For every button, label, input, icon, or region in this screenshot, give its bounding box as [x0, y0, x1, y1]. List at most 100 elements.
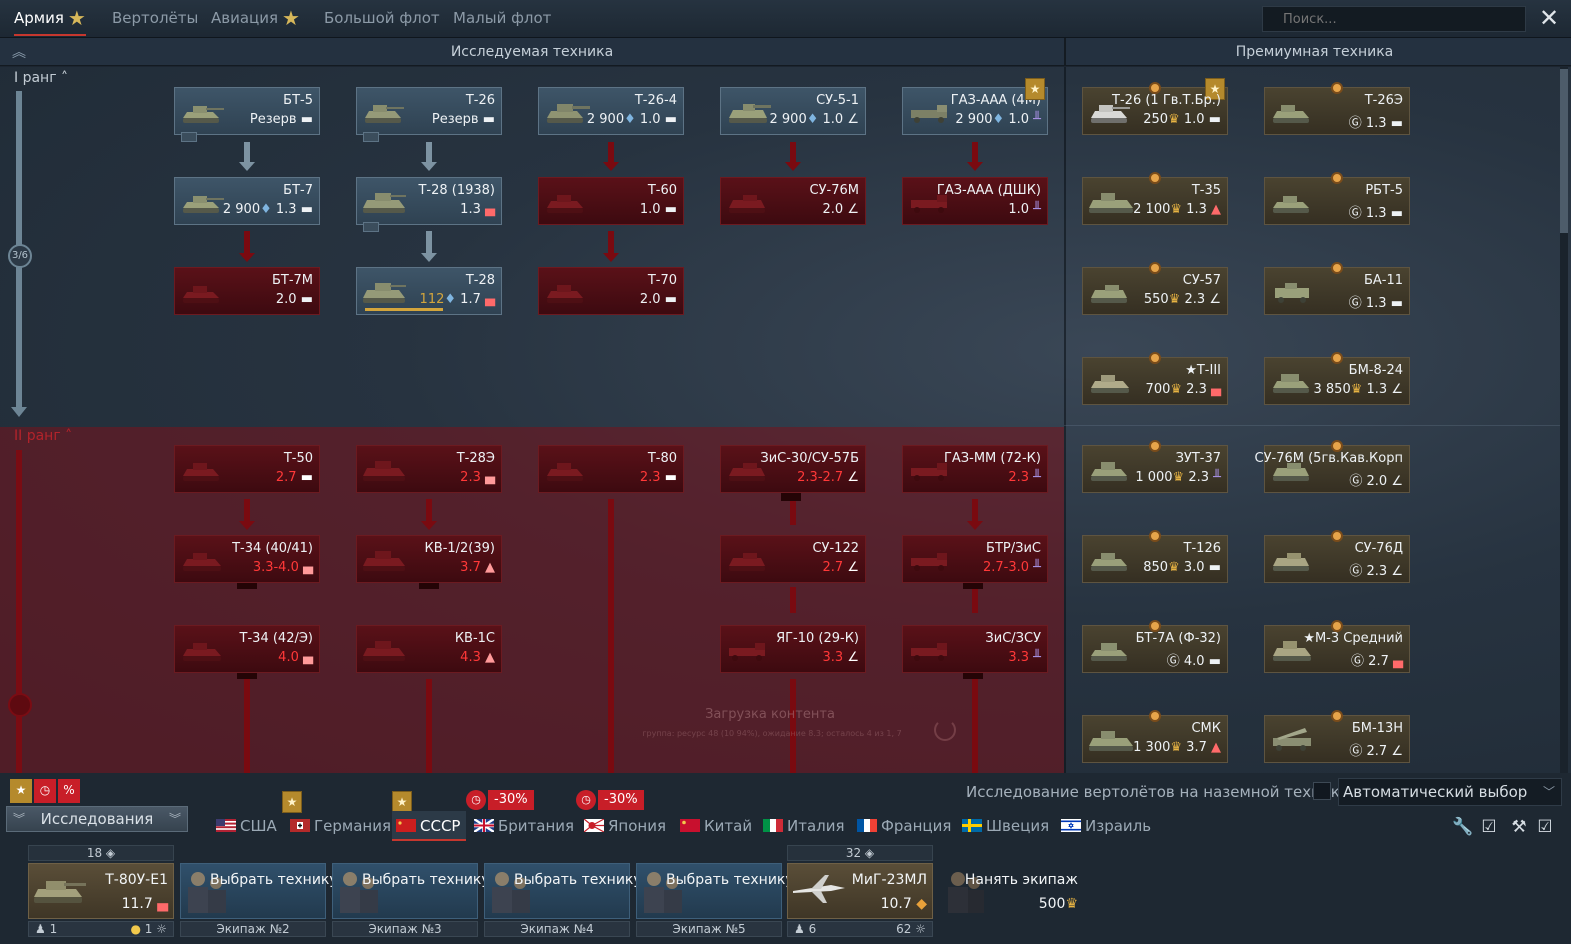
nation-tab-britain[interactable]: Британия	[474, 811, 574, 841]
vehicle-card-btr-zis[interactable]: БТР/ЗиС 2.7-3.0 ╨	[902, 535, 1048, 583]
vehicle-card-t-70[interactable]: Т-70 2.0 ▬	[538, 267, 684, 315]
britain-flag-icon	[474, 819, 494, 832]
premium-indicator-icon	[1149, 710, 1161, 722]
vehicle-card-gaz-aaa-4m[interactable]: ГАЗ-ААА (4М) 2 900♦ 1.0 ╨ ★	[902, 78, 1048, 135]
nation-tab-germany[interactable]: Германия	[290, 811, 391, 841]
vehicle-stats: Ⓖ 2.7 ▄	[1351, 654, 1403, 669]
crew-name: Экипаж №3	[332, 921, 478, 937]
vehicle-card-zis-30-su-57b[interactable]: ЗиС-30/СУ-57Б 2.3-2.7 ∠	[720, 445, 866, 493]
research-button[interactable]: ︾ Исследования ︾	[6, 806, 188, 832]
scrollbar-thumb[interactable]	[1560, 69, 1568, 233]
chevron-down-icon: ︾	[13, 812, 26, 826]
vehicle-card-t-28-1938[interactable]: Т-28 (1938) 1.3 ▄	[356, 177, 502, 232]
discount-badge-icon[interactable]: %	[58, 779, 80, 803]
premium-card-t-iii[interactable]: ★Т-III 700♛ 2.3 ▄	[1082, 352, 1228, 405]
vehicle-card-bt-5[interactable]: БТ-5 Резерв ▬	[174, 87, 320, 142]
vehicle-stats: 2.3 ▄	[460, 470, 495, 485]
section-header: ︽ Исследуемая техника Премиумная техника	[0, 38, 1571, 66]
hire-crew-slot[interactable]: Нанять экипаж 500♛	[938, 845, 1084, 939]
tab-helicopters[interactable]: Вертолёты	[112, 0, 198, 36]
tech-tree[interactable]: I ранг ˄ 3/6 II ранг ˄ БТ-5 Резерв ▬ Т-2…	[0, 67, 1571, 773]
nation-tab-israel[interactable]: Израиль	[1061, 811, 1151, 841]
search-input[interactable]	[1262, 6, 1526, 32]
premium-section-title: Премиумная техника	[1235, 44, 1394, 60]
wrench-icon[interactable]: 🔧	[1452, 816, 1474, 838]
vehicle-card-zis-zsu[interactable]: ЗиС/ЗСУ 3.3 ╨	[902, 625, 1048, 673]
crew-slot-2[interactable]: Выбрать технику Экипаж №2	[180, 845, 338, 939]
premium-card-t-26-1gv[interactable]: ★ Т-26 (1 Гв.Т.Бр.) 250♛ 1.0 ▬	[1082, 78, 1228, 135]
arrow-down-icon	[785, 162, 801, 171]
crew-slot-5[interactable]: Выбрать технику Экипаж №5	[636, 845, 794, 939]
premium-card-su-57[interactable]: СУ-57 550♛ 2.3 ∠	[1082, 262, 1228, 315]
vehicle-stats: Ⓖ 1.3 ▬	[1348, 116, 1403, 131]
crew-slot-4[interactable]: Выбрать технику Экипаж №4	[484, 845, 642, 939]
nation-tab-ussr[interactable]: СССР	[392, 811, 467, 841]
premium-card-t-126[interactable]: Т-126 850♛ 3.0 ▬	[1082, 530, 1228, 583]
vehicle-card-t-28e[interactable]: Т-28Э 2.3 ▄	[356, 445, 502, 493]
rank-2-label[interactable]: II ранг ˄	[14, 428, 72, 444]
vehicle-card-bt-7m[interactable]: БТ-7М 2.0 ▬	[174, 267, 320, 315]
vehicle-card-t-60[interactable]: Т-60 1.0 ▬	[538, 177, 684, 225]
truck-icon	[729, 643, 765, 661]
nation-tab-italy[interactable]: Италия	[763, 811, 845, 841]
vehicle-card-gaz-aaa-dshk[interactable]: ГАЗ-ААА (ДШК) 1.0 ╨	[902, 177, 1048, 225]
nation-tab-france[interactable]: Франция	[857, 811, 951, 841]
nation-tab-usa[interactable]: США	[216, 811, 277, 841]
premium-card-rbt-5[interactable]: РБТ-5 Ⓖ 1.3 ▬	[1264, 172, 1410, 225]
vehicle-stats: 1.0 ▬	[639, 202, 677, 217]
nation-tab-sweden[interactable]: Швеция	[962, 811, 1049, 841]
premium-card-bm-13n[interactable]: БМ-13Н Ⓖ 2.7 ∠	[1264, 710, 1410, 763]
premium-card-smk[interactable]: СМК 1 300♛ 3.7 ▲	[1082, 710, 1228, 763]
premium-card-bm-8-24[interactable]: БМ-8-24 3 850♛ 1.3 ∠	[1264, 352, 1410, 405]
vehicle-card-t-26-4[interactable]: Т-26-4 2 900♦ 1.0 ▬	[538, 87, 684, 135]
tab-army[interactable]: Армия ★	[14, 0, 86, 36]
premium-card-t-26e[interactable]: Т-26Э Ⓖ 1.3 ▬	[1264, 82, 1410, 135]
crew-slot-6[interactable]: 32 ◈ МиГ-23МЛ 10.7 ◆ ♟ 6 62 ☼	[787, 845, 933, 939]
premium-card-su-76m-5gv[interactable]: СУ-76М (5гв.Кав.Корп Ⓖ 2.0 ∠	[1255, 440, 1410, 493]
loading-text: Загрузка контента	[705, 707, 835, 722]
vehicle-card-t-28[interactable]: Т-28 112♦ 1.7 ▄	[356, 267, 502, 315]
vehicle-card-gaz-mm-72k[interactable]: ГАЗ-ММ (72-К) 2.3 ╨	[902, 445, 1048, 493]
premium-card-zut-37[interactable]: ЗУТ-37 1 000♛ 2.3 ╨	[1082, 440, 1228, 493]
vehicle-card-yag-10-29k[interactable]: ЯГ-10 (29-К) 3.3 ∠	[720, 625, 866, 673]
crew-slot-3[interactable]: Выбрать технику Экипаж №3	[332, 845, 490, 939]
vehicle-name: Т-60	[647, 183, 677, 198]
vehicle-card-t-34-40-41[interactable]: Т-34 (40/41) 3.3-4.0 ▄	[174, 535, 320, 583]
vehicle-card-kv-1s[interactable]: КВ-1С 4.3 ▲	[356, 625, 502, 673]
vehicle-card-su-5-1[interactable]: СУ-5-1 2 900♦ 1.0 ∠	[720, 87, 866, 135]
premium-card-su-76d[interactable]: СУ-76Д Ⓖ 2.3 ∠	[1264, 530, 1410, 583]
vehicle-card-t-26[interactable]: Т-26 Резерв ▬	[356, 87, 502, 142]
tab-small-fleet[interactable]: Малый флот	[453, 0, 551, 36]
premium-card-m-3-medium[interactable]: ★М-3 Средний Ⓖ 2.7 ▄	[1264, 620, 1410, 673]
slot-footer: ♟ 6 62 ☼	[787, 921, 933, 937]
premium-card-t-35[interactable]: Т-35 2 100♛ 1.3 ▲	[1082, 172, 1228, 225]
tab-big-fleet[interactable]: Большой флот	[324, 0, 440, 36]
premium-card-ba-11[interactable]: БА-11 Ⓖ 1.3 ▬	[1264, 262, 1410, 315]
vehicle-card-kv-1-2-39[interactable]: КВ-1/2(39) 3.7 ▲	[356, 535, 502, 583]
rank-1-label[interactable]: I ранг ˄	[14, 70, 68, 86]
vehicle-card-t-50[interactable]: Т-50 2.7 ▬	[174, 445, 320, 493]
premium-indicator-icon	[1331, 172, 1343, 184]
premium-card-bt-7a-f32[interactable]: БТ-7А (Ф-32) Ⓖ 4.0 ▬	[1082, 620, 1228, 673]
helicopter-research-checkbox[interactable]	[1313, 782, 1331, 800]
multi-wrench-icon[interactable]: ⚒	[1508, 816, 1530, 838]
vehicle-name: Т-26	[465, 93, 495, 108]
checkbox-checked-icon[interactable]: ☑	[1534, 816, 1556, 838]
nation-tab-china[interactable]: Китай	[680, 811, 752, 841]
close-button[interactable]: ✕	[1536, 4, 1562, 32]
vehicle-card-t-34-42-e[interactable]: Т-34 (42/Э) 4.0 ▄	[174, 625, 320, 673]
checkbox-checked-icon[interactable]: ☑	[1478, 816, 1500, 838]
vehicle-card-su-122[interactable]: СУ-122 2.7 ∠	[720, 535, 866, 583]
crew-slot-1[interactable]: 18 ◈ Т-80У-Е1 11.7 ▄ ♟ 1 ● 1 ☼	[28, 845, 174, 939]
tank-icon	[183, 286, 219, 303]
star-badge-icon[interactable]: ★	[10, 779, 32, 803]
tank-icon	[363, 461, 405, 481]
vehicle-card-su-76m[interactable]: СУ-76М 2.0 ∠	[720, 177, 866, 225]
tab-aviation[interactable]: Авиация ★	[211, 0, 300, 36]
auto-select-dropdown[interactable]: Автоматический выбор ﹀	[1338, 778, 1562, 806]
nation-tab-japan[interactable]: Япония	[584, 811, 666, 841]
vehicle-name: КВ-1С	[454, 631, 495, 646]
clock-badge-icon[interactable]: ◷	[34, 779, 56, 803]
vehicle-card-t-80[interactable]: Т-80 2.3 ▬	[538, 445, 684, 493]
vehicle-card-bt-7[interactable]: БТ-7 2 900♦ 1.3 ▬	[174, 177, 320, 225]
